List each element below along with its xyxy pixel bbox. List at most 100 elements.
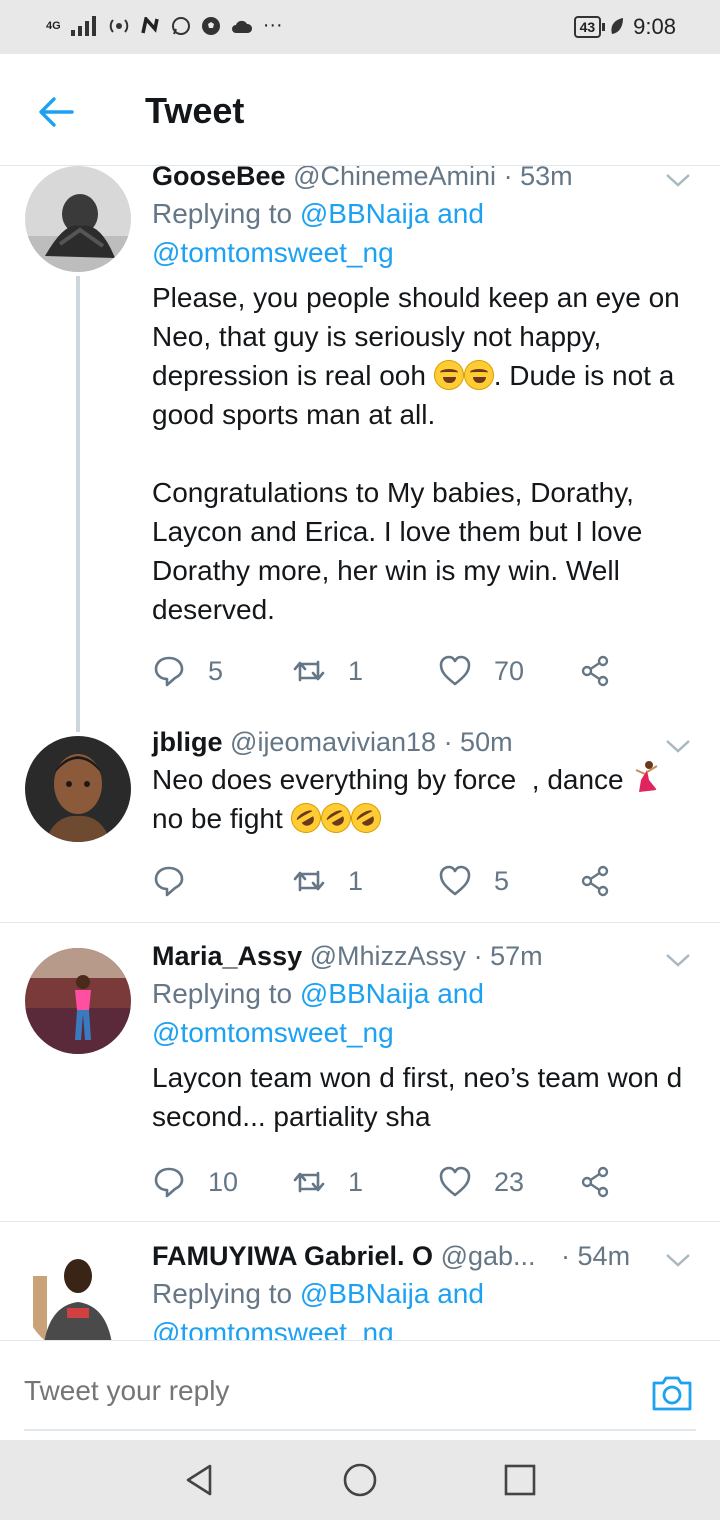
replying-to-line-2: @tomtomsweet_ng (152, 233, 697, 272)
tweet-header: GooseBee @ChinemeAmini · 53m (152, 166, 697, 194)
handle[interactable]: @ChinemeAmini (293, 166, 496, 191)
retweet-button[interactable]: 1 (292, 1162, 363, 1202)
like-button[interactable]: 5 (438, 861, 509, 901)
avatar[interactable] (25, 166, 131, 272)
laughing-emoji-icon (433, 360, 464, 390)
page-title: Tweet (145, 90, 245, 131)
avatar[interactable] (25, 736, 131, 842)
handle[interactable]: @gab... (441, 1241, 536, 1271)
timestamp: · 54m (561, 1241, 631, 1271)
mention-link[interactable]: @tomtomsweet_ng (152, 1317, 394, 1340)
football-icon (201, 16, 220, 35)
status-bar: 4G ··· 43 9:08 (0, 0, 720, 54)
tweet-text: Laycon team won d first, neo’s team won … (152, 1062, 690, 1132)
mention-link[interactable]: @tomtomsweet_ng (152, 1017, 394, 1048)
replying-to-line-2: @tomtomsweet_ng (152, 1313, 697, 1340)
mention-link[interactable]: @tomtomsweet_ng (152, 237, 394, 268)
more-notifications: ··· (262, 14, 283, 36)
camera-icon[interactable] (650, 1371, 694, 1415)
replying-to: Replying to @BBNaija and (152, 1274, 697, 1313)
chevron-down-icon[interactable] (664, 736, 692, 756)
system-nav-bar (0, 1440, 720, 1520)
chevron-down-icon[interactable] (664, 1250, 692, 1270)
mention-link[interactable]: @BBNaija and (300, 198, 484, 229)
reply-count: 10 (208, 1166, 239, 1197)
network-type: 4G (46, 19, 61, 32)
reply-composer (0, 1340, 720, 1440)
like-button[interactable]: 23 (438, 1162, 524, 1202)
tweet-body: Maria_Assy @MhizzAssy · 57m Replying to … (152, 938, 697, 1136)
share-button[interactable] (578, 651, 612, 691)
handle[interactable]: @MhizzAssy (310, 941, 466, 971)
heart-icon (439, 1166, 471, 1197)
replying-to: Replying to @BBNaija and (152, 194, 697, 233)
tweet-item[interactable]: GooseBee @ChinemeAmini · 53m Replying to… (0, 166, 720, 732)
signal-icon (70, 15, 96, 36)
display-name[interactable]: GooseBee (152, 166, 286, 191)
reply-input[interactable] (24, 1363, 624, 1419)
share-icon (581, 865, 609, 897)
display-name[interactable]: jblige (152, 727, 223, 757)
nav-back-icon[interactable] (182, 1462, 218, 1498)
share-button[interactable] (578, 861, 612, 901)
input-underline (24, 1429, 696, 1431)
dancer-emoji-icon (635, 761, 658, 792)
nav-recents-icon[interactable] (502, 1462, 538, 1498)
retweet-icon (293, 660, 325, 682)
tweet-header: FAMUYIWA Gabriel. O @gab... · 54m (152, 1238, 697, 1274)
divider (0, 1221, 720, 1222)
retweet-button[interactable]: 1 (292, 861, 363, 901)
handle[interactable]: @ijeomavivian18 (230, 727, 436, 757)
tweet-feed[interactable]: GooseBee @ChinemeAmini · 53m Replying to… (0, 166, 720, 1340)
like-count: 5 (494, 865, 510, 896)
clock: 9:08 (633, 14, 676, 39)
battery-icon: 43 (573, 16, 605, 38)
tweet-item[interactable]: jblige @ijeomavivian18 · 50m Neo does ev… (0, 727, 720, 922)
timestamp: · 53m (503, 166, 573, 191)
tweet-item[interactable]: Maria_Assy @MhizzAssy · 57m Replying to … (0, 941, 720, 1222)
reply-icon (154, 656, 184, 687)
hotspot-icon (109, 18, 128, 33)
timestamp: · 50m (443, 727, 513, 757)
display-name[interactable]: Maria_Assy (152, 941, 302, 971)
reply-button[interactable]: 10 (152, 1162, 238, 1202)
heart-icon (439, 655, 471, 686)
tweet-text-line-2: no be fight (152, 797, 697, 839)
app-header: Tweet (0, 54, 720, 166)
mention-link[interactable]: @BBNaija and (300, 1278, 484, 1309)
reply-button[interactable]: 5 (152, 651, 223, 691)
avatar[interactable] (25, 1246, 131, 1340)
tweet-actions: 5 1 70 (152, 651, 652, 691)
replying-prefix: Replying to (152, 1278, 300, 1309)
display-name[interactable]: FAMUYIWA Gabriel. O (152, 1241, 433, 1271)
replying-to: Replying to @BBNaija and (152, 974, 697, 1013)
mention-link[interactable]: @BBNaija and (300, 978, 484, 1009)
tweet-text-part: Neo does everything by force , dance (152, 764, 632, 795)
thread-line (76, 276, 80, 732)
tweet-text: Please, you people should keep an eye on… (152, 278, 697, 434)
timestamp: · 57m (473, 941, 543, 971)
cloud-icon (231, 20, 252, 33)
retweet-button[interactable]: 1 (292, 651, 363, 691)
reply-icon (154, 1167, 184, 1198)
whatsapp-icon (171, 16, 190, 35)
chevron-down-icon[interactable] (664, 950, 692, 970)
tweet-actions: 1 5 (152, 861, 652, 901)
tweet-header: Maria_Assy @MhizzAssy · 57m (152, 938, 697, 974)
retweet-count: 1 (348, 865, 364, 896)
nav-home-icon[interactable] (342, 1462, 378, 1498)
tweet-body: GooseBee @ChinemeAmini · 53m Replying to… (152, 166, 697, 629)
like-count: 23 (494, 1166, 525, 1197)
tweet-item[interactable]: FAMUYIWA Gabriel. O @gab... · 54m Replyi… (0, 1241, 720, 1340)
back-arrow-icon[interactable] (36, 92, 76, 132)
avatar[interactable] (25, 948, 131, 1054)
share-button[interactable] (578, 1162, 612, 1202)
reply-button[interactable] (152, 861, 208, 901)
rofl-emoji-icon (345, 797, 387, 839)
like-button[interactable]: 70 (438, 651, 524, 691)
n-icon (140, 16, 159, 33)
retweet-icon (293, 1171, 325, 1193)
heart-icon (439, 865, 471, 896)
chevron-down-icon[interactable] (664, 170, 692, 190)
tweet-body: jblige @ijeomavivian18 · 50m Neo does ev… (152, 724, 697, 839)
